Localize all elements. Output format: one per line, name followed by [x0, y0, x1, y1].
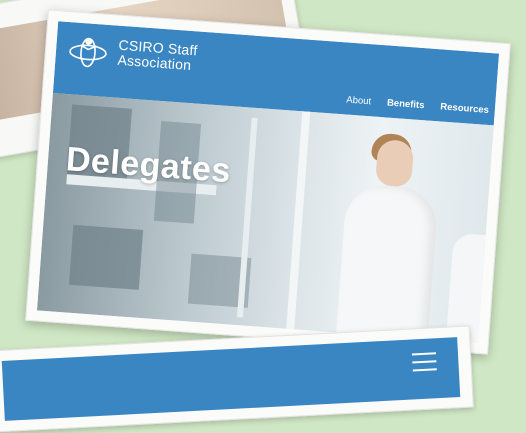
mobile-screenshot-card — [0, 325, 474, 433]
menu-line — [412, 360, 437, 364]
person-head — [375, 138, 415, 188]
csiro-logo-icon[interactable] — [65, 32, 112, 71]
main-nav: About Benefits Resources — [346, 95, 489, 116]
menu-line — [412, 368, 437, 372]
window-frame — [286, 111, 311, 330]
nav-about[interactable]: About — [346, 95, 372, 108]
nav-benefits[interactable]: Benefits — [387, 98, 425, 112]
hero-banner: Delegates — [36, 93, 494, 343]
nav-resources[interactable]: Resources — [440, 101, 489, 116]
hamburger-menu-icon[interactable] — [411, 352, 437, 372]
website: CSIRO Staff Association About Benefits R… — [36, 21, 500, 343]
menu-line — [411, 352, 436, 356]
mobile-header — [1, 337, 461, 421]
brand-name[interactable]: CSIRO Staff Association — [116, 37, 198, 74]
brand-line-2: Association — [116, 51, 192, 74]
website-screenshot-card: CSIRO Staff Association About Benefits R… — [25, 9, 511, 355]
window-shape — [68, 224, 144, 290]
person-lab-coat — [335, 182, 439, 343]
